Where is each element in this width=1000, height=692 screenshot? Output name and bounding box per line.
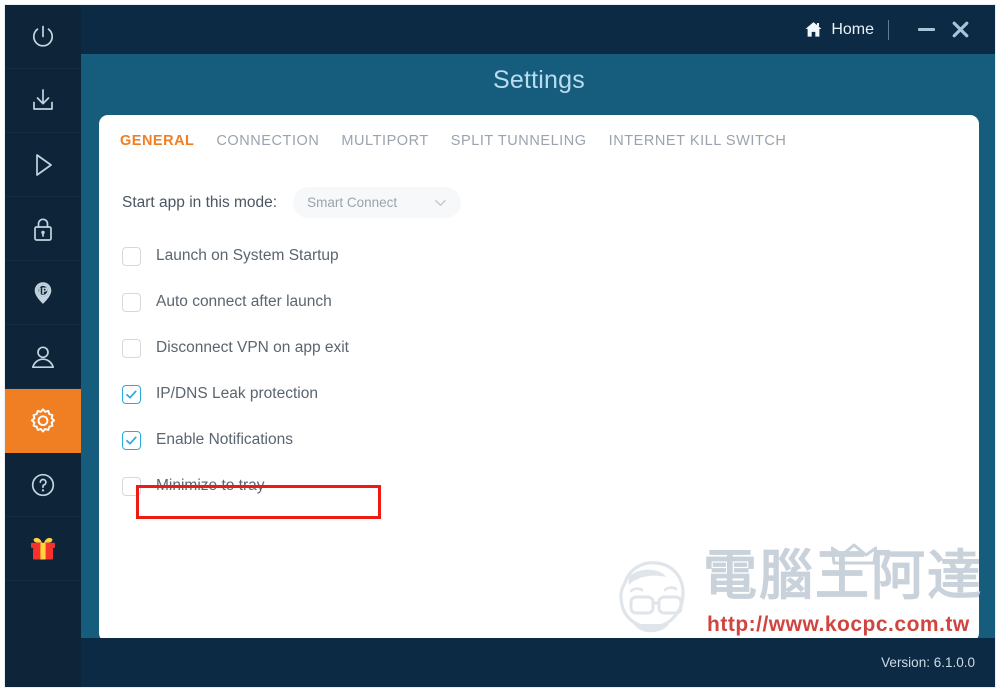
gift-icon (27, 533, 59, 565)
home-icon (804, 20, 823, 39)
option-ip-dns-leak-protection[interactable]: IP/DNS Leak protection (122, 371, 682, 417)
start-mode-row: Start app in this mode: Smart Connect (122, 187, 462, 218)
title-bar: Home (81, 5, 995, 54)
sidebar-item-download[interactable] (5, 69, 81, 133)
question-icon (28, 470, 58, 500)
option-label: Enable Notifications (156, 431, 293, 448)
power-icon (28, 22, 58, 52)
checkbox-enable-notifications[interactable] (122, 430, 141, 450)
sidebar-item-power[interactable] (5, 5, 81, 69)
minimize-icon (917, 28, 935, 31)
option-disconnect-on-exit[interactable]: Disconnect VPN on app exit (122, 325, 682, 371)
sidebar-item-lock[interactable] (5, 197, 81, 261)
vpn-app-window: IP Home Settings GENERAL CONNECTION MULT… (4, 4, 996, 688)
option-enable-notifications[interactable]: Enable Notifications (122, 417, 682, 463)
content-area: Settings GENERAL CONNECTION MULTIPORT SP… (81, 54, 995, 687)
sidebar-item-play[interactable] (5, 133, 81, 197)
user-icon (28, 342, 58, 372)
sidebar-item-help[interactable] (5, 453, 81, 517)
sidebar-nav: IP (5, 5, 81, 687)
home-label: Home (831, 20, 874, 38)
start-mode-label: Start app in this mode: (122, 193, 278, 211)
option-label: Auto connect after launch (156, 293, 332, 310)
version-label: Version: 6.1.0.0 (881, 655, 975, 670)
footer-bar: Version: 6.1.0.0 (81, 638, 995, 687)
option-label: IP/DNS Leak protection (156, 385, 318, 402)
play-icon (28, 150, 58, 180)
home-button[interactable]: Home (804, 20, 874, 39)
sidebar-item-account[interactable] (5, 325, 81, 389)
close-icon (950, 19, 971, 40)
sidebar-item-ip[interactable]: IP (5, 261, 81, 325)
close-button[interactable] (943, 15, 977, 45)
ip-pin-icon: IP (28, 278, 58, 308)
sidebar-item-gift[interactable] (5, 517, 81, 581)
option-minimize-to-tray[interactable]: Minimize to tray (122, 463, 682, 509)
chevron-down-icon (434, 196, 447, 209)
download-icon (28, 86, 58, 116)
tab-general[interactable]: GENERAL (120, 133, 194, 149)
titlebar-divider (888, 19, 889, 40)
option-launch-on-startup[interactable]: Launch on System Startup (122, 233, 682, 279)
settings-tabs: GENERAL CONNECTION MULTIPORT SPLIT TUNNE… (120, 133, 786, 149)
option-label: Launch on System Startup (156, 247, 339, 264)
option-label: Minimize to tray (156, 477, 265, 494)
checkbox-auto-connect[interactable] (122, 292, 141, 312)
lock-icon (28, 214, 58, 244)
settings-card: GENERAL CONNECTION MULTIPORT SPLIT TUNNE… (99, 115, 979, 642)
minimize-button[interactable] (909, 15, 943, 45)
checkbox-disconnect-on-exit[interactable] (122, 338, 141, 358)
svg-text:IP: IP (38, 286, 47, 296)
page-title: Settings (493, 66, 585, 94)
general-options-list: Launch on System Startup Auto connect af… (122, 233, 682, 519)
checkbox-minimize-to-tray[interactable] (122, 476, 141, 496)
tab-connection[interactable]: CONNECTION (216, 133, 319, 149)
sidebar-item-settings[interactable] (5, 389, 81, 453)
gear-icon (27, 405, 59, 437)
tab-internet-kill-switch[interactable]: INTERNET KILL SWITCH (609, 133, 787, 149)
start-mode-select[interactable]: Smart Connect (293, 187, 462, 218)
tab-split-tunneling[interactable]: SPLIT TUNNELING (451, 133, 587, 149)
app-root: IP Home Settings GENERAL CONNECTION MULT… (0, 0, 1000, 692)
tab-multiport[interactable]: MULTIPORT (341, 133, 428, 149)
checkbox-ip-dns-leak-protection[interactable] (122, 384, 141, 404)
option-auto-connect[interactable]: Auto connect after launch (122, 279, 682, 325)
checkbox-launch-on-startup[interactable] (122, 246, 141, 266)
option-label: Disconnect VPN on app exit (156, 339, 349, 356)
start-mode-value: Smart Connect (307, 195, 398, 210)
